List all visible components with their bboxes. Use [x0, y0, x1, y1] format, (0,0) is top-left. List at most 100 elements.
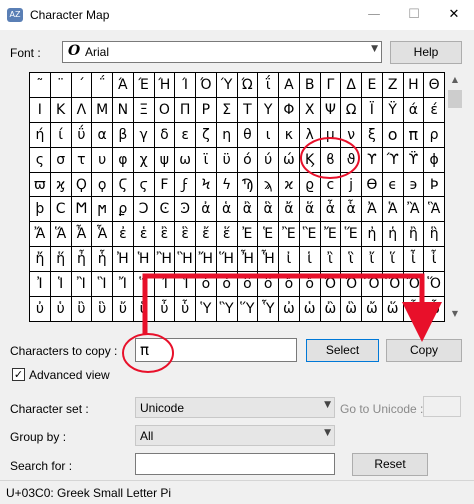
font-select[interactable]: O Arial ▼ — [62, 41, 382, 63]
char-cell[interactable]: ν — [341, 122, 362, 148]
char-cell[interactable]: ϟ — [216, 172, 238, 198]
char-cell[interactable]: ἀ — [196, 197, 217, 223]
char-cell[interactable]: ὑ — [50, 297, 72, 322]
char-cell[interactable]: ρ — [424, 122, 445, 148]
char-cell[interactable]: ἅ — [299, 197, 321, 223]
char-cell[interactable]: ϳ — [341, 172, 362, 198]
char-cell[interactable]: ϑ — [341, 147, 362, 173]
char-cell[interactable]: Ἄ — [30, 222, 51, 248]
char-cell[interactable]: ὔ — [113, 297, 134, 322]
char-cell[interactable]: μ — [320, 122, 342, 148]
char-cell[interactable]: Ϟ — [196, 172, 217, 198]
char-cell[interactable]: Ά — [113, 73, 134, 98]
char-cell[interactable]: ΅ — [92, 73, 113, 98]
char-cell[interactable]: ώ — [279, 147, 300, 173]
char-cell[interactable]: ϰ — [279, 172, 300, 198]
char-cell[interactable]: ϛ — [133, 172, 155, 198]
char-cell[interactable]: ἳ — [341, 247, 362, 273]
char-cell[interactable]: ύ — [258, 147, 279, 173]
char-cell[interactable]: Ἦ — [237, 247, 259, 273]
char-cell[interactable]: Ϸ — [424, 172, 445, 198]
char-cell[interactable]: ά — [403, 97, 425, 123]
char-cell[interactable]: ˜ — [30, 73, 51, 98]
char-cell[interactable]: Ώ — [237, 73, 259, 98]
char-cell[interactable]: ὖ — [154, 297, 176, 322]
char-cell[interactable]: Ο — [154, 97, 176, 123]
char-cell[interactable]: Ͽ — [175, 197, 196, 223]
minimize-button[interactable]: — — [354, 0, 394, 30]
char-cell[interactable]: Ἃ — [424, 197, 445, 223]
char-cell[interactable]: η — [216, 122, 238, 148]
char-cell[interactable]: Ὑ — [196, 297, 217, 322]
char-cell[interactable]: Ϋ — [382, 97, 404, 123]
char-cell[interactable]: ϕ — [424, 147, 445, 173]
char-cell[interactable]: Υ — [258, 97, 279, 123]
scrollbar-thumb[interactable] — [448, 90, 462, 108]
char-cell[interactable]: Ἁ — [382, 197, 404, 223]
char-cell[interactable]: ὥ — [382, 297, 404, 322]
char-cell[interactable]: ὠ — [279, 297, 300, 322]
char-cell[interactable]: ί — [50, 122, 72, 148]
char-cell[interactable]: ἠ — [362, 222, 383, 248]
char-cell[interactable]: Χ — [299, 97, 321, 123]
char-cell[interactable]: Ἧ — [258, 247, 279, 273]
char-cell[interactable]: Ζ — [382, 73, 404, 98]
char-cell[interactable]: Π — [175, 97, 196, 123]
char-cell[interactable]: Ἣ — [175, 247, 196, 273]
char-cell[interactable]: ἔ — [196, 222, 217, 248]
char-cell[interactable]: ἑ — [133, 222, 155, 248]
char-cell[interactable]: Ύ — [216, 73, 238, 98]
char-cell[interactable]: Ϊ — [362, 97, 383, 123]
char-cell[interactable]: ¨ — [50, 73, 72, 98]
char-cell[interactable]: Ἲ — [71, 272, 93, 298]
char-cell[interactable]: Ἳ — [92, 272, 113, 298]
char-cell[interactable]: Ἔ — [320, 222, 342, 248]
char-cell[interactable]: ϋ — [216, 147, 238, 173]
char-cell[interactable]: ἕ — [216, 222, 238, 248]
char-cell[interactable]: ω — [175, 147, 196, 173]
char-cell[interactable]: ϓ — [382, 147, 404, 173]
select-button[interactable]: Select — [306, 339, 379, 362]
char-cell[interactable]: Ͻ — [133, 197, 155, 223]
char-cell[interactable]: Ἰ — [30, 272, 51, 298]
char-cell[interactable]: Ἡ — [133, 247, 155, 273]
char-cell[interactable]: Ν — [113, 97, 134, 123]
char-cell[interactable]: ἇ — [341, 197, 362, 223]
char-cell[interactable]: Ω — [341, 97, 362, 123]
char-cell[interactable]: Ὓ — [216, 297, 238, 322]
char-cell[interactable]: β — [113, 122, 134, 148]
char-cell[interactable]: Η — [403, 73, 425, 98]
char-cell[interactable]: ἣ — [424, 222, 445, 248]
char-cell[interactable]: Ὀ — [320, 272, 342, 298]
char-cell[interactable]: ϐ — [320, 147, 342, 173]
char-cell[interactable]: ὒ — [71, 297, 93, 322]
char-cell[interactable]: Ὕ — [237, 297, 259, 322]
char-cell[interactable]: Β — [299, 73, 321, 98]
char-cell[interactable]: ϶ — [403, 172, 425, 198]
char-cell[interactable]: Ἅ — [50, 222, 72, 248]
char-cell[interactable]: ἲ — [320, 247, 342, 273]
char-cell[interactable]: Ἵ — [133, 272, 155, 298]
char-cell[interactable]: ἁ — [216, 197, 238, 223]
char-cell[interactable]: ι — [258, 122, 279, 148]
char-cell[interactable]: ή — [30, 122, 51, 148]
char-cell[interactable]: ϸ — [30, 197, 51, 223]
characters-to-copy-input[interactable] — [135, 338, 297, 362]
char-cell[interactable]: Ἠ — [113, 247, 134, 273]
grid-scrollbar[interactable]: ▲ ▼ — [446, 72, 464, 322]
char-cell[interactable]: ϙ — [92, 172, 113, 198]
reset-button[interactable]: Reset — [352, 453, 428, 476]
char-cell[interactable]: ϼ — [113, 197, 134, 223]
char-cell[interactable]: Ἒ — [279, 222, 300, 248]
char-cell[interactable]: Ϻ — [71, 197, 93, 223]
char-cell[interactable]: Ἴ — [113, 272, 134, 298]
maximize-button[interactable]: ☐ — [394, 0, 434, 30]
char-cell[interactable]: ἴ — [362, 247, 383, 273]
char-cell[interactable]: ε — [175, 122, 196, 148]
char-cell[interactable]: ὐ — [30, 297, 51, 322]
char-cell[interactable]: Ἂ — [403, 197, 425, 223]
search-field[interactable] — [136, 454, 334, 474]
char-cell[interactable]: φ — [113, 147, 134, 173]
char-cell[interactable]: ϵ — [382, 172, 404, 198]
char-cell[interactable]: Ϙ — [71, 172, 93, 198]
